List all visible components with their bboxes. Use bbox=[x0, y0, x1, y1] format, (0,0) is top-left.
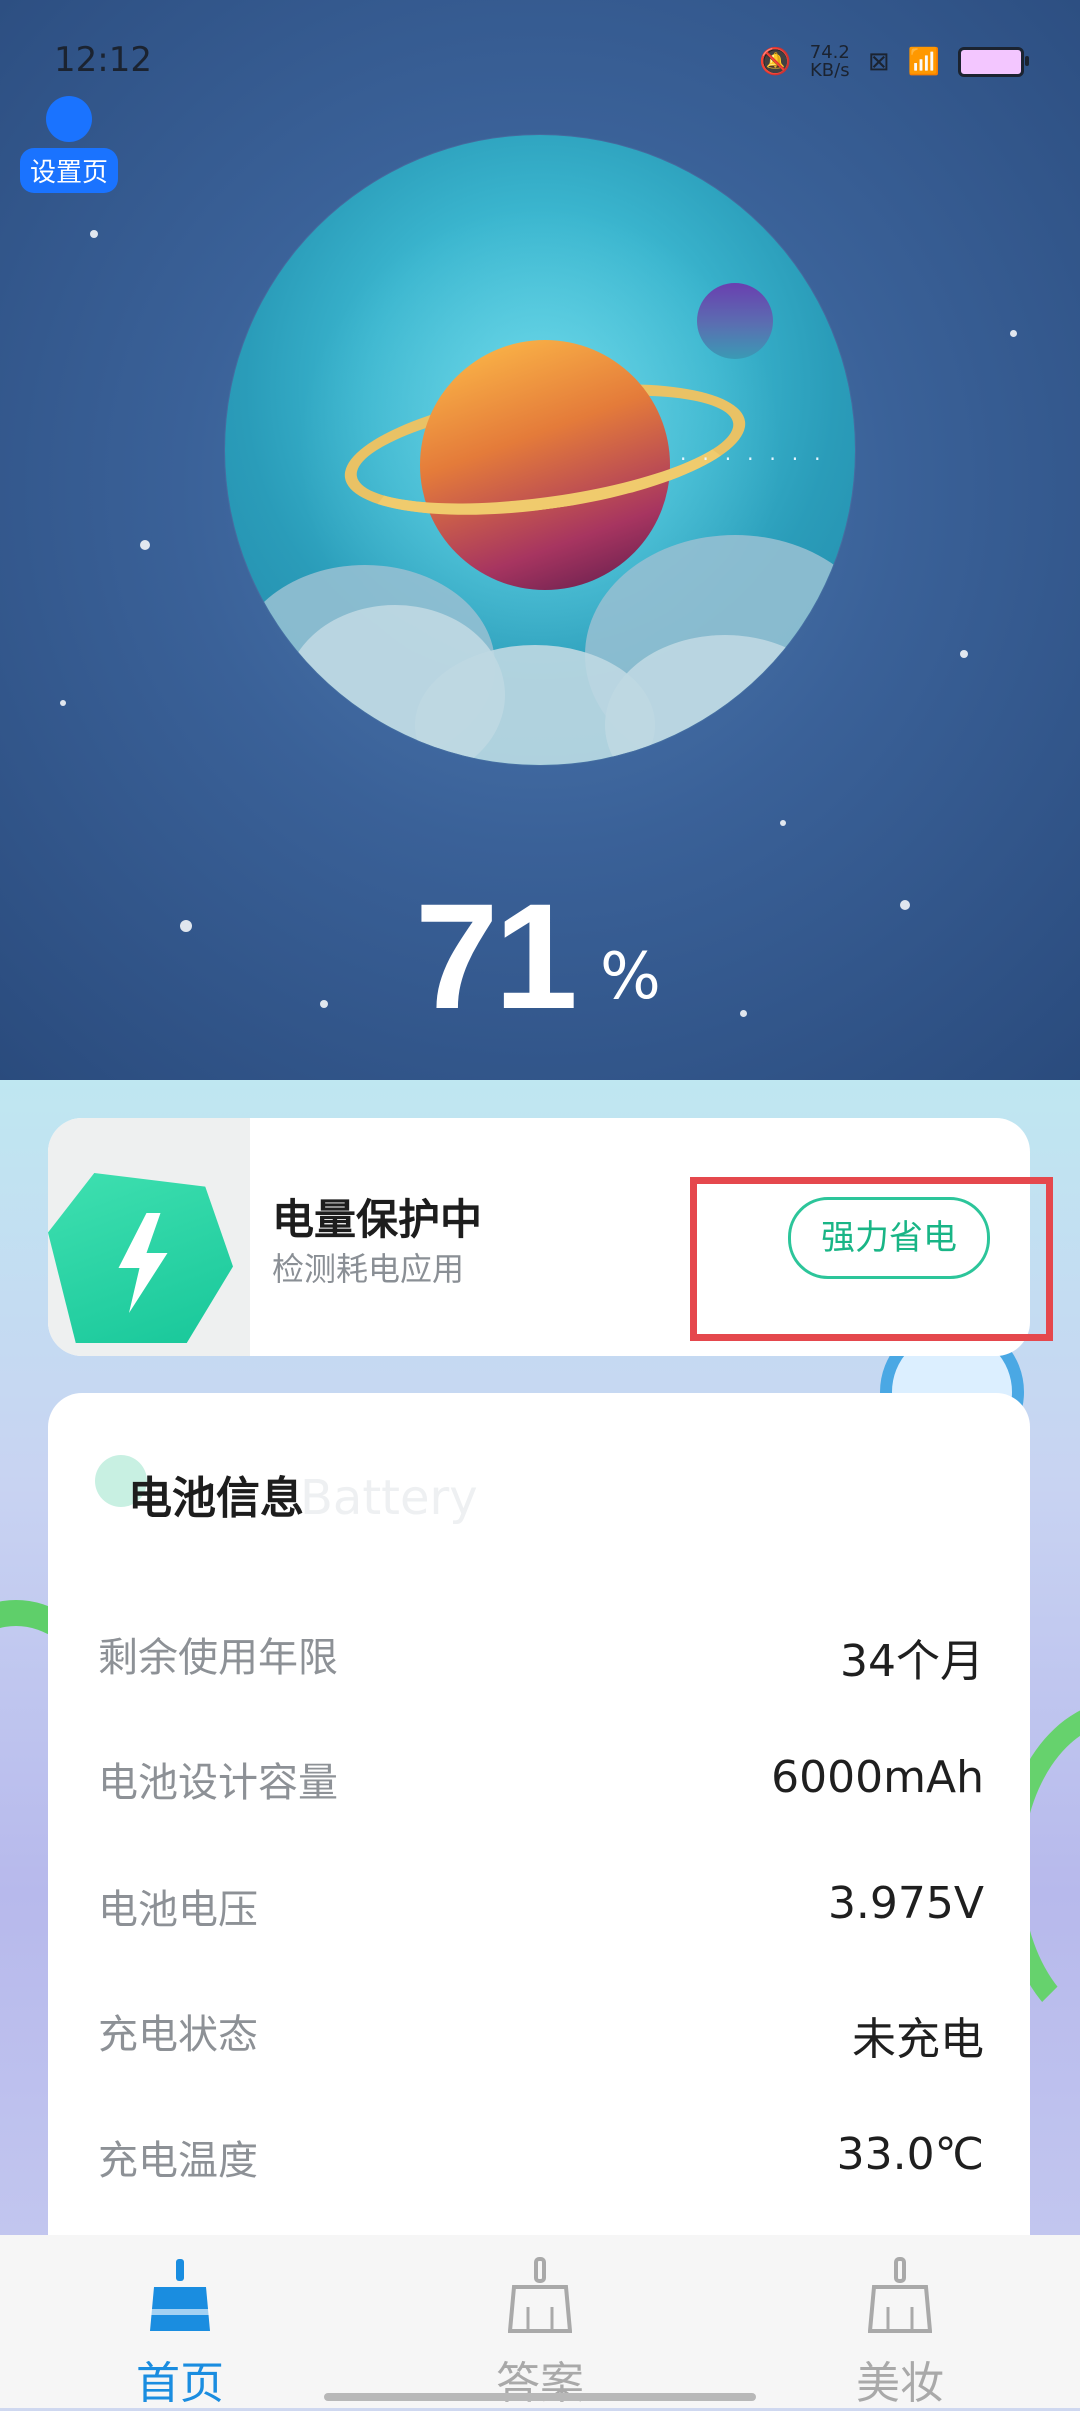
nav-item-makeup[interactable]: 美妆 bbox=[720, 2235, 1080, 2409]
star bbox=[960, 650, 968, 658]
star bbox=[180, 920, 192, 932]
star bbox=[780, 820, 786, 826]
star bbox=[90, 230, 98, 238]
star bbox=[740, 1010, 747, 1017]
nav-label-home: 首页 bbox=[136, 2358, 224, 2409]
hero-background: 12:12 🔕 74.2 KB/s ⊠ 📶 设置页 ······· 71 % bbox=[0, 0, 1080, 1080]
orbit-dots: ······· bbox=[680, 447, 837, 471]
status-icons: 🔕 74.2 KB/s ⊠ 📶 bbox=[759, 44, 1029, 80]
battery-percent-sign: % bbox=[600, 940, 661, 1014]
home-indicator[interactable] bbox=[324, 2393, 756, 2401]
broom-icon bbox=[868, 2257, 932, 2333]
star bbox=[320, 1000, 328, 1008]
battery-info-title: 电池信息 bbox=[128, 1473, 304, 1524]
bottom-nav: 首页 答案 美妆 bbox=[0, 2235, 1080, 2409]
row-value-remaining-life: 34个月 bbox=[840, 1636, 984, 1687]
planet-illustration: ······· bbox=[225, 135, 855, 765]
protect-icon-box bbox=[48, 1118, 250, 1356]
status-time: 12:12 bbox=[54, 40, 152, 80]
star bbox=[140, 540, 150, 550]
settings-dot[interactable] bbox=[46, 96, 92, 142]
net-speed: 74.2 KB/s bbox=[810, 44, 850, 80]
star bbox=[60, 700, 66, 706]
row-label-design-capacity: 电池设计容量 bbox=[98, 1760, 338, 1806]
mute-icon: 🔕 bbox=[759, 47, 792, 77]
nav-label-answers: 答案 bbox=[496, 2358, 584, 2409]
protect-subtitle: 检测耗电应用 bbox=[272, 1250, 465, 1288]
broom-icon bbox=[150, 2259, 210, 2331]
star bbox=[1010, 330, 1017, 337]
row-value-charge-status: 未充电 bbox=[852, 2014, 984, 2065]
nav-item-home[interactable]: 首页 bbox=[0, 2235, 360, 2409]
row-label-charge-temp: 充电温度 bbox=[98, 2138, 258, 2184]
broom-icon bbox=[508, 2257, 572, 2333]
settings-label[interactable]: 设置页 bbox=[20, 148, 119, 193]
highlight-box bbox=[690, 1177, 1053, 1341]
wifi-icon: 📶 bbox=[907, 47, 940, 77]
row-value-design-capacity: 6000mAh bbox=[771, 1752, 984, 1803]
net-speed-unit: KB/s bbox=[809, 60, 850, 81]
moon bbox=[697, 283, 773, 359]
row-label-remaining-life: 剩余使用年限 bbox=[98, 1635, 338, 1681]
battery-percent: 71 bbox=[415, 872, 578, 1040]
nav-label-makeup: 美妆 bbox=[856, 2358, 944, 2409]
row-value-charge-temp: 33.0℃ bbox=[836, 2129, 984, 2180]
row-label-voltage: 电池电压 bbox=[98, 1887, 258, 1933]
info-watermark: Battery bbox=[300, 1470, 478, 1526]
row-value-voltage: 3.975V bbox=[827, 1878, 984, 1929]
row-label-charge-status: 充电状态 bbox=[98, 2012, 258, 2058]
star bbox=[900, 900, 910, 910]
protect-title: 电量保护中 bbox=[272, 1195, 483, 1244]
sim-icon: ⊠ bbox=[867, 47, 890, 77]
nav-item-answers[interactable]: 答案 bbox=[360, 2235, 720, 2409]
battery-icon bbox=[958, 47, 1029, 77]
